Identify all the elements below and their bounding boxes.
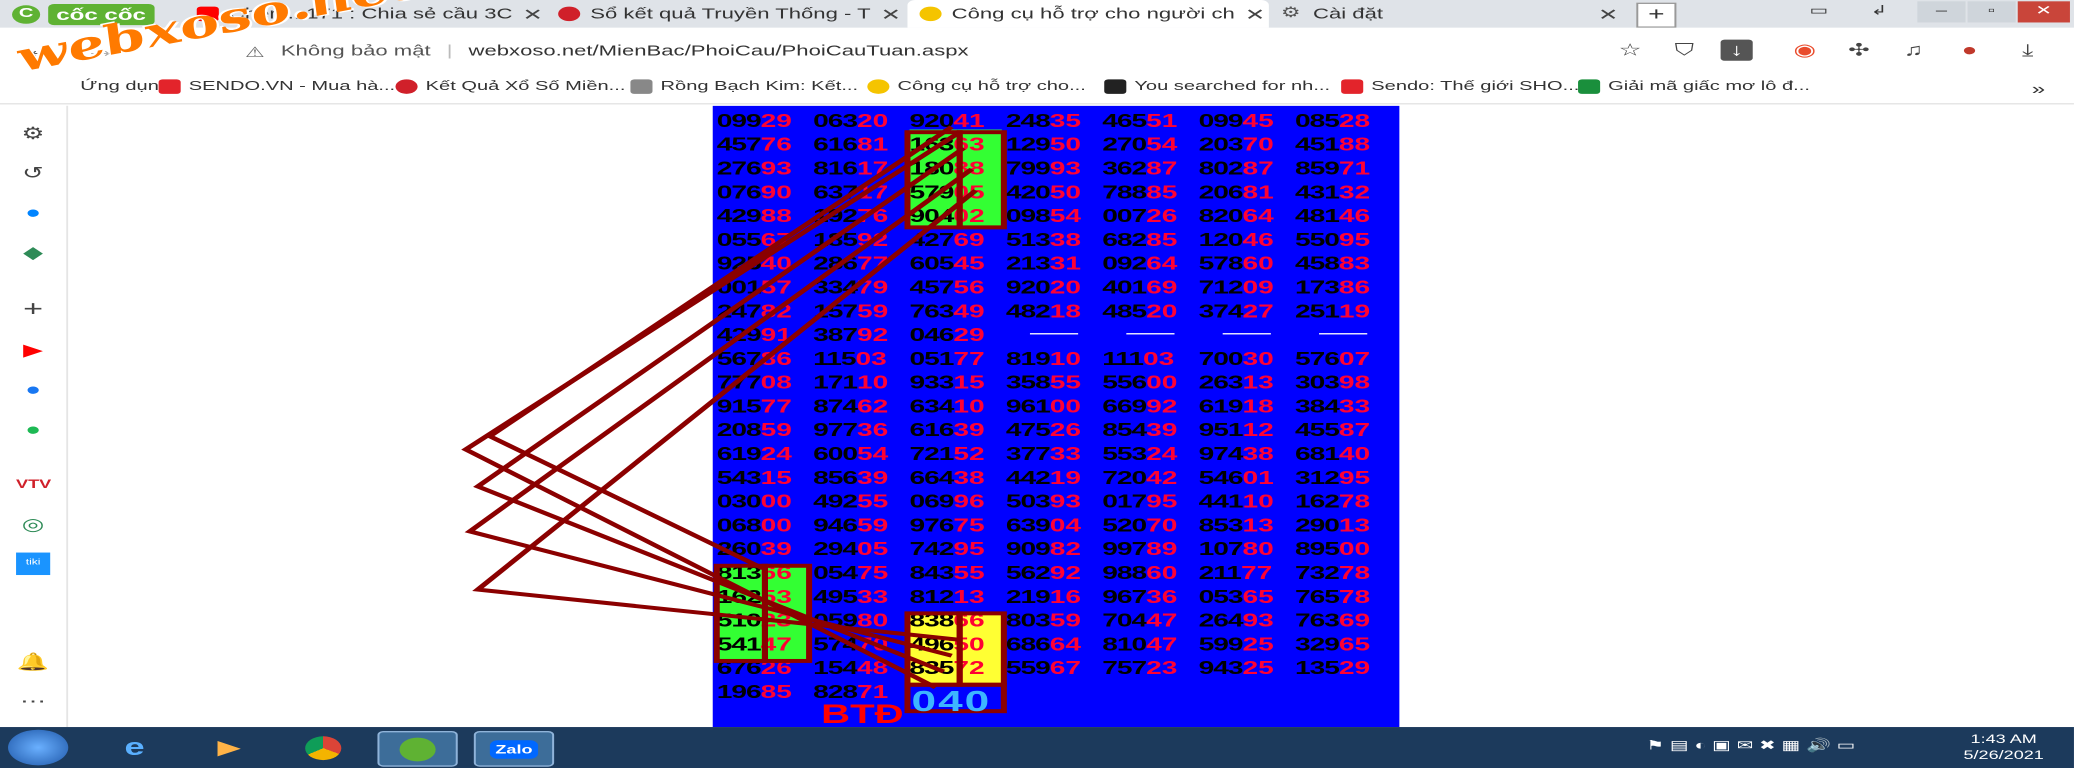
pattern-box [956, 130, 1007, 230]
screen: C cốc cốc Chém...171 : Chia sẻ cầu 3C ✕ … [0, 0, 2074, 768]
clock-time: 1:43 AM [1970, 732, 2037, 746]
zalo-taskbar-icon[interactable]: Zalo [473, 731, 555, 767]
media-player-icon[interactable]: ▶ [191, 731, 267, 764]
chrome-icon[interactable] [285, 731, 361, 764]
windows-taskbar: e ▶ Zalo ⚑ ▤ ◐ ▣ ✉ ✖ ▦ 🔊 ▭ 1:43 AM 5/26/… [0, 727, 2074, 768]
tray-icons[interactable]: ⚑ ▤ ◐ ▣ ✉ ✖ ▦ 🔊 ▭ [1646, 739, 1855, 754]
clock-date: 5/26/2021 [1963, 748, 2044, 762]
internet-explorer-icon[interactable]: e [96, 731, 172, 764]
system-clock[interactable]: 1:43 AM 5/26/2021 [1943, 731, 2063, 763]
drawn-pattern-lines [461, 125, 1007, 714]
pattern-line [461, 130, 962, 689]
start-button[interactable] [8, 729, 69, 766]
coccoc-taskbar-icon[interactable] [377, 731, 458, 767]
pattern-line [472, 189, 979, 642]
pattern-box [956, 611, 1007, 687]
prediction-number: 040 [911, 684, 992, 718]
